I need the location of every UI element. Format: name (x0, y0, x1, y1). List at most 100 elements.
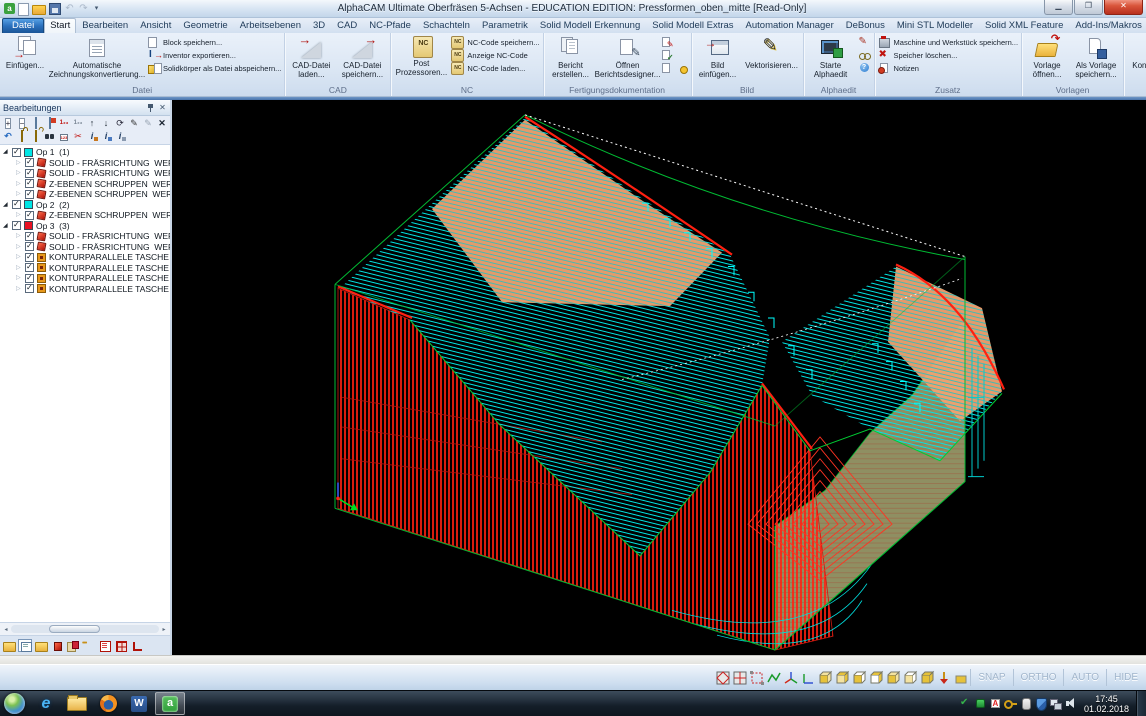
alphaedit-help-button[interactable] (858, 63, 871, 74)
tree-row[interactable]: SOLID - FRÄSRICHTUNG WERKZE (15, 158, 170, 169)
speicher-loeschen-button[interactable]: Speicher löschen... (878, 50, 1019, 61)
qat-dropdown-icon[interactable]: ▾ (92, 3, 101, 15)
redo-icon[interactable]: ↷ (78, 3, 89, 15)
tree-checkbox[interactable] (25, 242, 34, 251)
info-operation-icon[interactable]: i (100, 131, 112, 142)
ribbon-tab[interactable]: NC-Pfade (363, 18, 417, 33)
block-speichern-button[interactable]: Block speichern... (147, 37, 281, 48)
alphaedit-link-button[interactable] (858, 50, 871, 61)
tray-green-app-icon[interactable] (974, 696, 987, 711)
view-cube-1-icon[interactable] (817, 670, 833, 686)
scrollbar-track[interactable] (11, 625, 159, 633)
tree-item-label[interactable]: SOLID - FRÄSRICHTUNG WERKZE (49, 168, 170, 178)
bild-einfuegen-button[interactable]: Bild einfügen... (695, 34, 741, 85)
ribbon-tab[interactable]: Solid XML Feature (979, 18, 1069, 33)
tree-row[interactable]: KONTURPARALLELE TASCHE - SCH (15, 284, 170, 295)
tree-checkbox[interactable] (25, 179, 34, 188)
ribbon-tab[interactable]: Parametrik (476, 18, 534, 33)
status-toggle[interactable]: SNAP (970, 669, 1012, 686)
ribbon-tab[interactable]: Schachteln (417, 18, 476, 33)
ribbon-tab[interactable]: Add-Ins/Makros (1069, 18, 1146, 33)
tree-checkbox[interactable] (12, 221, 21, 230)
view-cube-4-icon[interactable] (868, 670, 884, 686)
tab-grid-icon[interactable] (114, 639, 128, 652)
zoom-window-icon[interactable] (749, 670, 765, 686)
ribbon-tab[interactable]: Solid Modell Erkennung (534, 18, 646, 33)
tree-item-label[interactable]: Op 1 (1) (36, 147, 70, 157)
tree-item-label[interactable]: SOLID - FRÄSRICHTUNG WERKZE (49, 242, 170, 252)
scrollbar-thumb[interactable] (49, 625, 99, 633)
renumber-icon[interactable]: 1₂₃ (58, 118, 70, 129)
view-cube-7-icon[interactable] (919, 670, 935, 686)
cad-datei-laden-button[interactable]: CAD-Datei laden... (288, 34, 334, 85)
view-cube-2-icon[interactable] (834, 670, 850, 686)
taskbar-ie-button[interactable]: e (31, 692, 61, 715)
ribbon-tab[interactable]: Automation Manager (740, 18, 840, 33)
panel-close-icon[interactable]: ✕ (158, 103, 167, 112)
ribbon-tab[interactable]: Start (44, 18, 76, 33)
axes-xyz-icon[interactable] (783, 670, 799, 686)
tree-row[interactable]: KONTURPARALLELE TASCHE - SCH (15, 273, 170, 284)
tab-tools-icon[interactable] (50, 639, 64, 652)
tree-item-label[interactable]: KONTURPARALLELE TASCHE - SCH (49, 284, 170, 294)
tree-checkbox[interactable] (12, 148, 21, 157)
delete-operation-icon[interactable]: ✕ (156, 118, 168, 129)
move-down-icon[interactable]: ↓ (100, 118, 112, 129)
ribbon-tab[interactable]: Ansicht (134, 18, 177, 33)
ribbon-tab[interactable]: Geometrie (177, 18, 233, 33)
tree-row[interactable]: Z-EBENEN SCHRUPPEN WERKZEU (15, 179, 170, 190)
tree-checkbox[interactable] (25, 274, 34, 283)
tree-item-label[interactable]: Z-EBENEN SCHRUPPEN WERKZEU (49, 210, 170, 220)
tree-row[interactable]: Op 1 (1) (2, 147, 170, 158)
view-cube-5-icon[interactable] (885, 670, 901, 686)
tray-status-icon[interactable] (959, 696, 972, 711)
tree-row[interactable]: Z-EBENEN SCHRUPPEN WERKZEU (15, 189, 170, 200)
tree-checkbox[interactable] (25, 169, 34, 178)
scroll-left-icon[interactable]: ◂ (1, 626, 11, 633)
berichtsdesigner-button[interactable]: Öffnen Berichtsdesigner... (598, 34, 658, 85)
taskbar-alphacam-button[interactable]: a (155, 692, 185, 715)
tree-checkbox[interactable] (25, 190, 34, 199)
edit-operation-icon[interactable]: ✎ (128, 118, 140, 129)
viewport-3d[interactable] (172, 100, 1146, 655)
tab-operations-icon[interactable] (18, 639, 32, 652)
konfigurieren-button[interactable]: Konfigurieren ▾ (1127, 34, 1146, 85)
tree-row[interactable]: Op 3 (3) (2, 221, 170, 232)
status-toggle[interactable]: AUTO (1063, 669, 1106, 686)
taskbar-explorer-button[interactable] (62, 692, 92, 715)
tree-row[interactable]: KONTURPARALLELE TASCHE - SCH (15, 252, 170, 263)
tree-item-label[interactable]: Op 3 (3) (36, 221, 70, 231)
tree-item-label[interactable]: KONTURPARALLELE TASCHE - SCH (49, 273, 170, 283)
ribbon-tab[interactable]: Mini STL Modeller (891, 18, 979, 33)
tree-item-label[interactable]: SOLID - FRÄSRICHTUNG WERKZE (49, 231, 170, 241)
tree-checkbox[interactable] (25, 284, 34, 293)
close-button[interactable]: ✕ (1104, 0, 1143, 15)
move-up-icon[interactable]: ↑ (86, 118, 98, 129)
tray-volume-icon[interactable] (1064, 696, 1077, 711)
toolpath-edit-icon[interactable]: ✂ (72, 131, 84, 142)
maximize-button[interactable]: ❐ (1074, 0, 1103, 15)
work-plane-icon[interactable] (953, 670, 969, 686)
minimize-button[interactable]: ▁ (1044, 0, 1073, 15)
tree-checkbox[interactable] (25, 263, 34, 272)
alphaedit-edit-button[interactable] (858, 37, 871, 48)
tree-checkbox[interactable] (25, 253, 34, 262)
tree-item-label[interactable]: KONTURPARALLELE TASCHE - SCH (49, 263, 170, 273)
ribbon-tab[interactable]: 3D (307, 18, 331, 33)
show-desktop-button[interactable] (1136, 691, 1146, 716)
starte-alphaedit-button[interactable]: Starte Alphaedit (807, 34, 855, 85)
tree-checkbox[interactable] (25, 232, 34, 241)
tab-axes-icon[interactable] (130, 639, 144, 652)
tab-layers-icon[interactable] (34, 639, 48, 652)
tree-checkbox[interactable] (12, 200, 21, 209)
status-toggle[interactable]: ORTHO (1013, 669, 1064, 686)
export-image-icon[interactable] (44, 118, 56, 129)
tree-item-label[interactable]: Z-EBENEN SCHRUPPEN WERKZEU (49, 189, 170, 199)
vektorisieren-button[interactable]: Vektorisieren... (744, 34, 800, 85)
info-settings-icon[interactable]: i (114, 131, 126, 142)
report-check-button[interactable] (661, 50, 688, 61)
unlock-icon[interactable] (30, 131, 42, 142)
pin-icon[interactable] (147, 103, 155, 113)
tab-parameters-icon[interactable] (82, 639, 96, 652)
nc-code-speichern-button[interactable]: NC-Code speichern... (451, 37, 539, 48)
